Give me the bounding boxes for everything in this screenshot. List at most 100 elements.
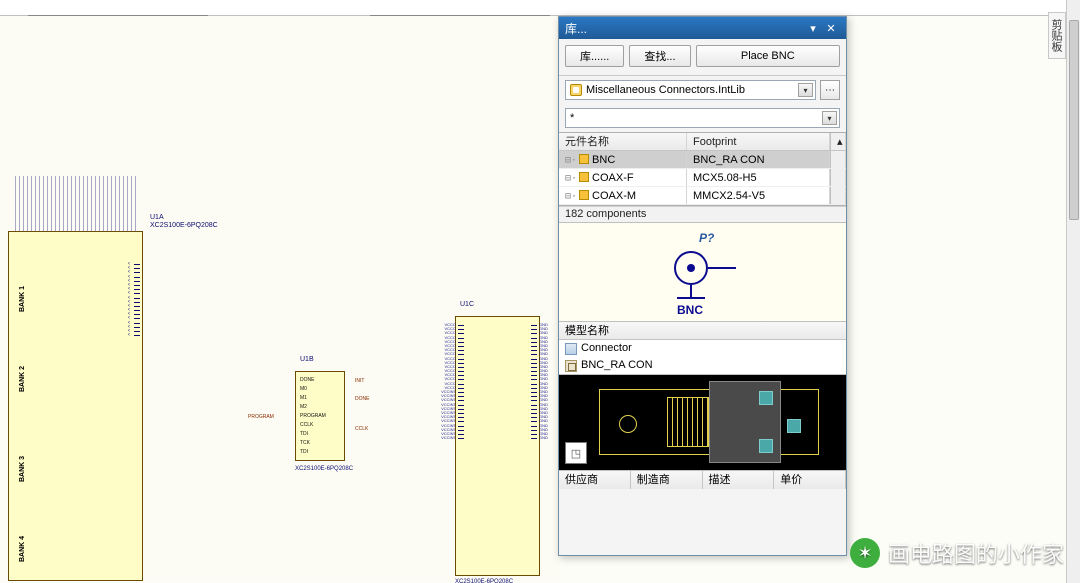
bank-label: BANK 4	[19, 536, 26, 562]
supplier-columns[interactable]: 供应商 制造商 描述 单价	[559, 471, 846, 489]
bank-label: BANK 1	[19, 286, 26, 312]
libraries-button[interactable]: 库......	[565, 45, 624, 67]
grid-row[interactable]: ⊟·BNCBNC_RA CON	[559, 151, 846, 169]
net-label-done: DONE	[355, 396, 369, 402]
library-selected-label: Miscellaneous Connectors.IntLib	[586, 84, 745, 96]
component-u1a[interactable]: BANK 1 BANK 2 BANK 3 BANK 4 IO(DOUT/BUSY…	[8, 231, 143, 581]
symbol-center-dot	[687, 264, 695, 272]
filter-combo[interactable]: * ▾	[565, 108, 840, 128]
model-list[interactable]: 模型名称 ConnectorBNC_RA CON	[559, 322, 846, 375]
footprint-preview[interactable]: ◳	[559, 375, 846, 471]
net-label-cclk: CCLK	[355, 426, 368, 432]
panel-toolbar: 库...... 查找... Place BNC	[559, 39, 846, 76]
pin-label: IO,VREF2,L1,DP_TT	[142, 291, 143, 295]
pin-label: IO,L1,D0_TT	[142, 275, 143, 279]
schematic-sheet[interactable]: BANK 1 BANK 2 BANK 3 BANK 4 IO(DOUT/BUSY…	[0, 16, 560, 581]
chevron-down-icon[interactable]: ▾	[798, 83, 813, 97]
pin-label: IO,L5,DP_TT	[142, 329, 143, 333]
component-icon	[579, 172, 589, 182]
panel-title: 库...	[565, 20, 804, 37]
component-count: 182 components	[559, 206, 846, 222]
chip-internal-label: M2	[300, 403, 340, 412]
chip-internal-label: CCLK	[300, 421, 340, 430]
pin-label: IO,L1,D0_TT	[142, 300, 143, 304]
view-cube-icon[interactable]: ◳	[565, 442, 587, 464]
model-header[interactable]: 模型名称	[559, 322, 846, 340]
vertical-scrollbar[interactable]	[1066, 0, 1080, 583]
chip-body-labels: DONEM0M1M2PROGRAMCCLKTDITCKTDI	[300, 376, 340, 457]
pin-label: IO,VREF3,L1,DP_TT	[142, 325, 143, 329]
pin-icon[interactable]: ▾	[804, 20, 822, 36]
fp-barrel	[667, 397, 709, 447]
pin-label: IO,L4,D0_TT	[142, 312, 143, 316]
grid-row[interactable]: ⊟·COAX-MMMCX2.54-V5	[559, 187, 846, 205]
library-select-row: Miscellaneous Connectors.IntLib ▾ ⋯	[559, 76, 846, 104]
fp-pad	[759, 391, 773, 405]
symbol-pin-2a	[690, 285, 692, 297]
ruler-top	[0, 0, 1080, 16]
component-grid[interactable]: 元件名称 Footprint ▴ ⊟·BNCBNC_RA CON⊟·COAX-F…	[559, 132, 846, 206]
part-u1b: XC2S100E-6PQ208C	[295, 466, 353, 472]
scrollbar-thumb[interactable]	[1069, 20, 1079, 220]
chip-internal-label: M0	[300, 385, 340, 394]
library-options-button[interactable]: ⋯	[820, 80, 840, 100]
component-u1b[interactable]: DONEM0M1M2PROGRAMCCLKTDITCKTDI	[295, 371, 345, 461]
fp-pad	[787, 419, 801, 433]
pin-label: VCCINT	[441, 436, 456, 440]
col-manufacturer[interactable]: 制造商	[631, 471, 703, 489]
pin-label: GND	[539, 436, 548, 440]
library-combo[interactable]: Miscellaneous Connectors.IntLib ▾	[565, 80, 816, 100]
col-supplier[interactable]: 供应商	[559, 471, 631, 489]
grid-scroll-gutter: ▴	[830, 133, 846, 150]
pin-label: IO,L1,DP_TT	[142, 316, 143, 320]
component-icon	[579, 190, 589, 200]
pin-label: IO(D6),L5,DP_TT	[142, 283, 143, 287]
pin-label: IO,L1,D0_TT	[142, 321, 143, 325]
clipboard-label: 剪贴板	[1050, 19, 1062, 52]
close-icon[interactable]: ✕	[822, 20, 840, 36]
net-label-init: INIT	[355, 378, 364, 384]
panel-titlebar[interactable]: 库... ▾ ✕	[559, 17, 846, 39]
pin-column-left: VCCOVCCOVCCOVCCOVCCOVCCOVCCOVCCOVCCOVCCO…	[426, 323, 456, 581]
pin-label: IO,L1,DP_TT	[142, 296, 143, 300]
col-price[interactable]: 单价	[774, 471, 846, 489]
clipboard-tab[interactable]: 剪贴板	[1048, 12, 1066, 59]
library-panel: 库... ▾ ✕ 库...... 查找... Place BNC Miscell…	[558, 16, 847, 556]
footprint-icon	[565, 360, 577, 372]
net-label-program: PROGRAM	[248, 414, 274, 420]
pin-label: IO(DOUT/BUSY),L4,DP_TT	[142, 262, 143, 266]
pin-label: IO,L1,DP_TT	[142, 270, 143, 274]
library-icon	[570, 84, 582, 96]
fp-hole-ring	[619, 415, 637, 433]
designator-u1a: U1A	[150, 214, 164, 221]
find-button[interactable]: 查找...	[629, 45, 690, 67]
grid-header[interactable]: 元件名称 Footprint ▴	[559, 133, 846, 151]
col-header-name[interactable]: 元件名称	[559, 133, 687, 150]
model-row[interactable]: BNC_RA CON	[559, 357, 846, 374]
fp-pad	[759, 439, 773, 453]
model-row[interactable]: Connector	[559, 340, 846, 357]
chip-internal-label: TDI	[300, 448, 340, 457]
filter-value: *	[570, 112, 574, 124]
symbol-pin-2b	[677, 297, 705, 299]
col-header-footprint[interactable]: Footprint	[687, 133, 830, 150]
pin-label: IO,VREF2_TT	[142, 266, 143, 270]
chip-internal-label: PROGRAM	[300, 412, 340, 421]
connector-icon	[565, 343, 577, 355]
pin-label: IO(TRD1)_TT	[142, 304, 143, 308]
schematic-canvas[interactable]: BANK 1 BANK 2 BANK 3 BANK 4 IO(DOUT/BUSY…	[0, 0, 1080, 583]
symbol-preview[interactable]: P? BNC	[559, 222, 846, 322]
col-description[interactable]: 描述	[703, 471, 775, 489]
grid-row[interactable]: ⊟·COAX-FMCX5.08-H5	[559, 169, 846, 187]
chip-internal-label: M1	[300, 394, 340, 403]
chevron-down-icon[interactable]: ▾	[822, 111, 837, 125]
pin-label: IO,L4,D0_TT	[142, 333, 143, 337]
pin-label: IO,VREF1,L1,DP_TT	[142, 279, 143, 283]
pin-column-right: IO(DOUT/BUSY),L4,DP_TTIO,VREF2_TTIO,L1,D…	[142, 262, 143, 581]
symbol-designator: P?	[699, 231, 714, 245]
component-u1c[interactable]: VCCOVCCOVCCOVCCOVCCOVCCOVCCOVCCOVCCOVCCO…	[455, 316, 540, 576]
place-button[interactable]: Place BNC	[696, 45, 840, 67]
part-u1c: XC2S100E-6PQ208C	[455, 579, 513, 583]
symbol-name: BNC	[677, 303, 703, 317]
pin-label: IO(D5),L4,D0_TT	[142, 287, 143, 291]
